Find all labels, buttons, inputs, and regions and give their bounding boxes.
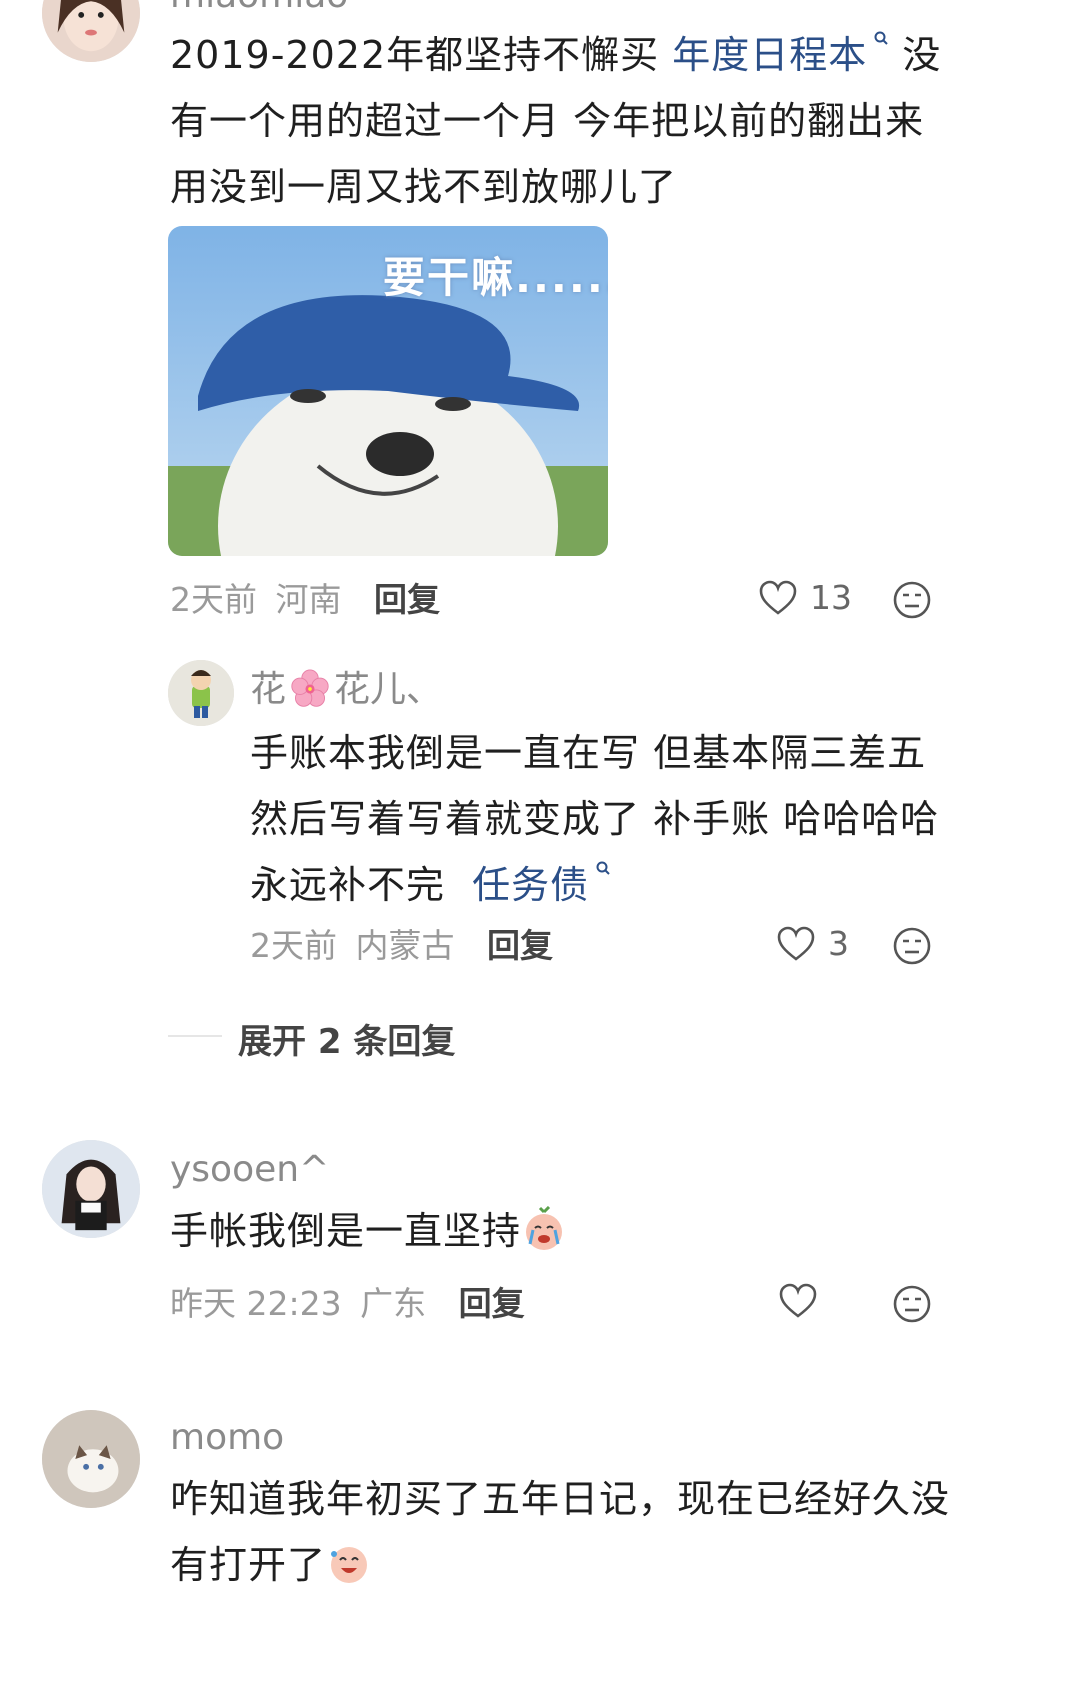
expand-replies-button[interactable]: 展开 2 条回复 [238, 1014, 455, 1063]
keyword-link[interactable]: 年度日程本 [672, 31, 889, 77]
reply-button[interactable]: 回复 [487, 926, 553, 965]
heart-outline-icon [776, 925, 816, 963]
avatar[interactable] [168, 660, 234, 726]
comment-location: 河南 [275, 580, 342, 619]
avatar[interactable] [42, 1140, 140, 1238]
comment-text: 手帐我倒是一直坚持 [170, 1198, 950, 1264]
comment-text: 2019-2022年都坚持不懈买 年度日程本 没有一个用的超过一个月 今年把以前… [170, 22, 950, 220]
like-button[interactable]: 3 [776, 924, 849, 963]
sticker-caption: 要干嘛...... [383, 253, 608, 302]
sticker-image[interactable]: 要干嘛...... [168, 226, 608, 556]
comment-username[interactable]: ysooen^ [170, 1148, 329, 1192]
like-count: 13 [810, 578, 852, 617]
search-link-icon [596, 861, 610, 875]
comment-text: 手账本我倒是一直在写 但基本隔三差五然后写着写着就变成了 补手账 哈哈哈哈永远补… [250, 731, 940, 907]
like-count: 3 [828, 924, 849, 963]
avatar[interactable] [42, 0, 140, 62]
heart-outline-icon [778, 1282, 818, 1320]
reply-button[interactable]: 回复 [374, 580, 440, 619]
keyword-link[interactable]: 任务债 [472, 861, 611, 907]
comment-username[interactable]: 花花儿、 [250, 668, 442, 712]
divider [168, 1035, 222, 1037]
avatar[interactable] [42, 1410, 140, 1508]
neutral-face-icon[interactable] [892, 926, 932, 966]
comment-meta: 昨天 22:23 广东 回复 [170, 1284, 525, 1324]
comment-meta: 2天前 内蒙古 回复 [250, 926, 553, 966]
like-button[interactable]: 13 [758, 578, 852, 617]
comment-username[interactable]: miaomiao [170, 0, 348, 18]
comment-location: 内蒙古 [355, 926, 455, 965]
crying-peach-emoji [526, 1206, 563, 1250]
like-button[interactable] [778, 1282, 830, 1320]
comment-time: 昨天 22:23 [170, 1284, 342, 1323]
search-link-icon [874, 31, 888, 45]
comment-time: 2天前 [170, 580, 257, 619]
cherry-blossom-icon [291, 669, 329, 707]
comment-meta: 2天前 河南 回复 [170, 580, 440, 620]
comment-text: 咋知道我年初买了五年日记，现在已经好久没 有打开了 [170, 1477, 951, 1587]
comment-location: 广东 [360, 1284, 427, 1323]
laughing-emoji [331, 1547, 368, 1583]
neutral-face-icon[interactable] [892, 1284, 932, 1324]
heart-outline-icon [758, 579, 798, 617]
neutral-face-icon[interactable] [892, 580, 932, 620]
comment-username[interactable]: momo [170, 1416, 284, 1460]
comment-time: 2天前 [250, 926, 337, 965]
reply-button[interactable]: 回复 [459, 1284, 525, 1323]
